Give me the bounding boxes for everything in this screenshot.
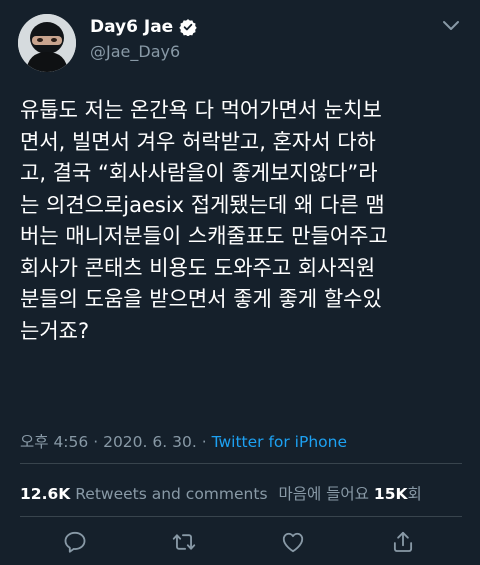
tweet-text-line: 회사가 콘태츠 비용도 도와주고 회사직원 <box>20 255 376 280</box>
user-names: Day6 Jae @Jae_Day6 <box>90 16 197 61</box>
reply-icon[interactable] <box>62 529 88 555</box>
divider <box>20 463 462 464</box>
tweet-text-line: 유툽도 저는 온간욕 다 먹어가면서 눈치보 <box>20 98 382 122</box>
tweet-actions <box>0 527 480 557</box>
like-icon[interactable] <box>280 529 306 555</box>
tweet-text-line: 버는 매니저분들이 스캐줄표도 만들어주고 <box>20 224 388 248</box>
tweet-text-line: 는 의견으로jaesix 접게됐는데 왜 다른 맴 <box>20 192 385 217</box>
tweet-meta: 오후 4:56 · 2020. 6. 30. · Twitter for iPh… <box>20 430 347 452</box>
tweet-stats: 12.6K Retweets and comments 마음에 들어요 15K회 <box>20 482 422 504</box>
likes-suffix: 회 <box>407 485 422 503</box>
chevron-down-icon[interactable] <box>442 18 460 32</box>
verified-badge-icon <box>179 18 197 37</box>
display-name-row: Day6 Jae <box>90 16 197 38</box>
divider <box>20 516 462 517</box>
tweet-text-line: 분들의 도움을 받으면서 좋게 좋게 할수있 <box>20 287 382 311</box>
tweet-time[interactable]: 오후 4:56 <box>20 433 88 451</box>
avatar[interactable] <box>18 14 76 72</box>
tweet-header: Day6 Jae @Jae_Day6 <box>18 10 462 74</box>
retweets-label: Retweets and comments <box>75 485 268 503</box>
tweet-text: 유툽도 저는 온간욕 다 먹어가면서 눈치보 면서, 빌면서 겨우 허락받고, … <box>20 95 462 347</box>
share-icon[interactable] <box>390 529 416 555</box>
tweet-text-line: 는거죠? <box>20 318 90 343</box>
tweet-date[interactable]: 2020. 6. 30. <box>103 433 197 451</box>
retweets-count: 12.6K <box>20 485 71 503</box>
likes-label: 마음에 들어요 <box>278 485 369 503</box>
meta-separator: · <box>201 433 207 451</box>
likes-count: 15K <box>373 485 408 503</box>
tweet-source-link[interactable]: Twitter for iPhone <box>212 433 347 451</box>
user-handle[interactable]: @Jae_Day6 <box>90 42 197 61</box>
tweet-text-line: 면서, 빌면서 겨우 허락받고, 혼자서 다하 <box>20 129 376 154</box>
likes-stat[interactable]: 마음에 들어요 15K회 <box>278 485 421 503</box>
tweet-text-line: 고, 결국 “회사사람을이 좋게보지않다”라 <box>20 161 378 185</box>
retweet-icon[interactable] <box>171 529 197 555</box>
meta-separator: · <box>93 433 99 451</box>
display-name[interactable]: Day6 Jae <box>90 17 173 37</box>
tweet-card: Day6 Jae @Jae_Day6 유툽도 저는 온간욕 다 먹어가면서 눈치… <box>0 0 480 565</box>
avatar-image <box>18 14 76 72</box>
retweets-stat[interactable]: 12.6K Retweets and comments <box>20 485 272 503</box>
